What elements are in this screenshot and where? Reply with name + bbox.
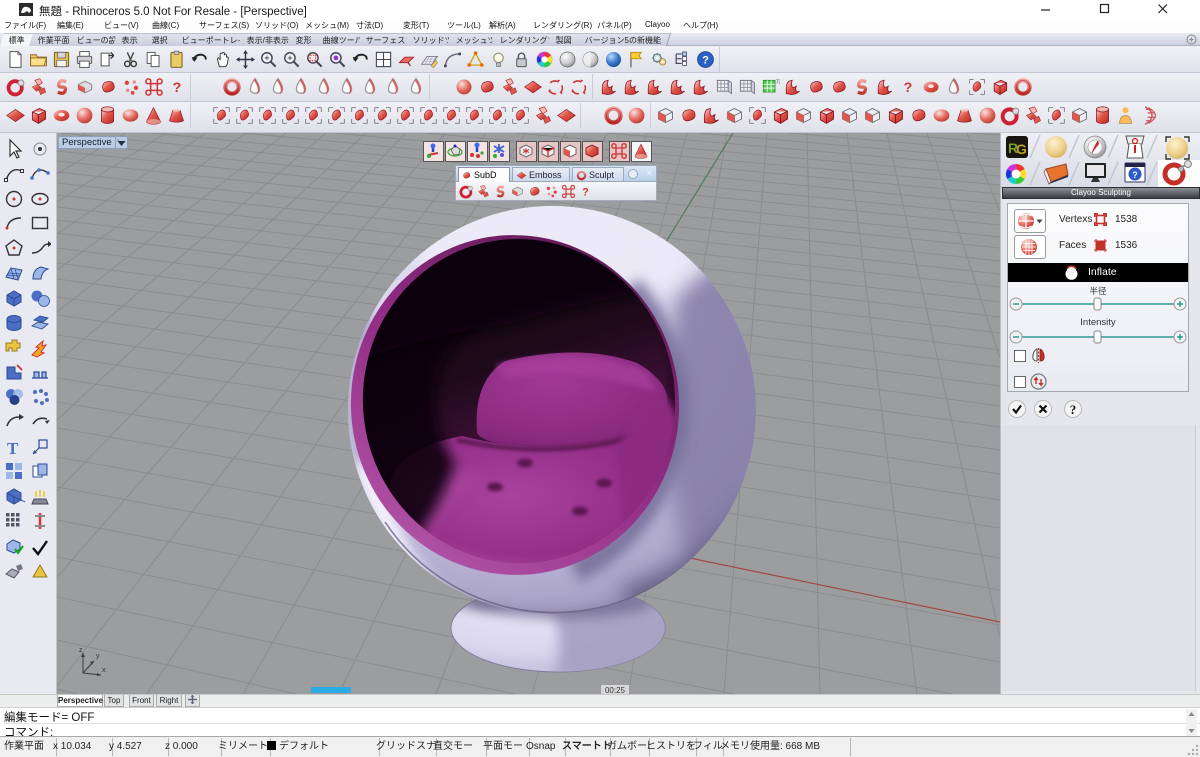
svg-text:x: x — [102, 667, 106, 674]
svg-text:?: ? — [1132, 170, 1138, 180]
svg-text:y: y — [96, 653, 100, 660]
svg-text:z: z — [79, 647, 83, 654]
svg-text:G: G — [1016, 141, 1027, 157]
svg-text:T: T — [7, 439, 19, 458]
svg-text:?: ? — [1070, 402, 1077, 417]
